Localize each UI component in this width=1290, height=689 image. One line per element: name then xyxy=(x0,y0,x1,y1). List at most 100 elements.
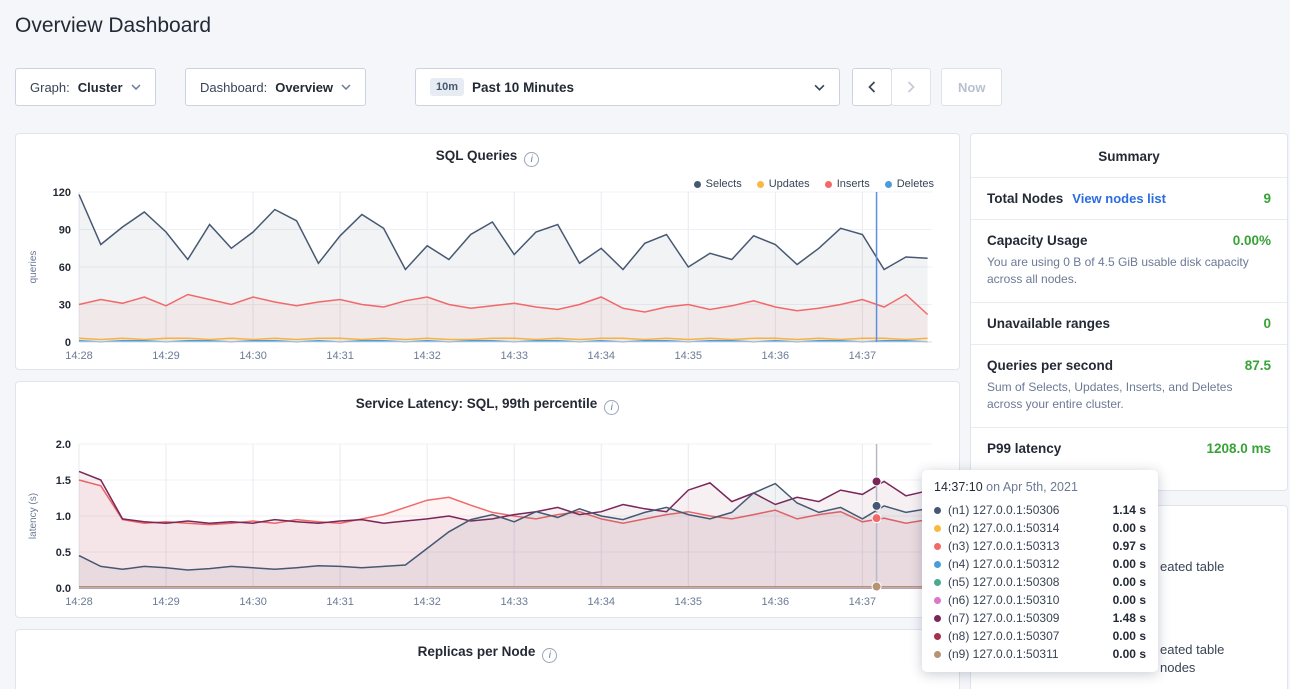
svg-text:14:31: 14:31 xyxy=(326,596,354,608)
tooltip-row: (n2) 127.0.0.1:503140.00 s xyxy=(934,519,1146,537)
chevron-down-icon xyxy=(814,84,825,91)
summary-value: 0.00% xyxy=(1233,233,1271,248)
tooltip-node-value: 0.00 s xyxy=(1113,593,1146,607)
info-icon[interactable]: i xyxy=(524,152,539,167)
series-dot xyxy=(934,561,941,568)
svg-text:1.0: 1.0 xyxy=(56,511,71,523)
chevron-down-icon xyxy=(131,84,141,90)
tooltip-row: (n3) 127.0.0.1:50313 0.97 s xyxy=(934,537,1146,555)
chart-hover-tooltip: 14:37:10 on Apr 5th, 2021 (n1) 127.0.0.1… xyxy=(922,470,1158,672)
now-button[interactable]: Now xyxy=(941,68,1002,106)
chart-title-text: Service Latency: SQL, 99th percentile xyxy=(356,396,598,411)
tooltip-node-value: 0.00 s xyxy=(1113,557,1146,571)
tooltip-node-label: (n3) 127.0.0.1:50313 xyxy=(948,539,1059,553)
series-dot xyxy=(934,579,941,586)
tooltip-node-value: 0.00 s xyxy=(1113,521,1146,535)
tooltip-node-value: 1.48 s xyxy=(1113,611,1146,625)
svg-text:latency (s): latency (s) xyxy=(28,493,39,539)
svg-text:14:28: 14:28 xyxy=(65,350,93,362)
tooltip-node-value: 0.97 s xyxy=(1113,539,1146,553)
svg-text:14:30: 14:30 xyxy=(239,596,267,608)
svg-text:14:31: 14:31 xyxy=(326,350,354,362)
time-range-dropdown[interactable]: 10m Past 10 Minutes xyxy=(415,68,840,106)
series-dot xyxy=(934,633,941,640)
svg-text:14:33: 14:33 xyxy=(500,596,528,608)
series-dot xyxy=(934,597,941,604)
dashboard-dropdown-label: Dashboard: xyxy=(200,80,267,95)
event-item-text: eated table xyxy=(1160,559,1224,574)
svg-text:14:32: 14:32 xyxy=(413,596,441,608)
svg-text:14:37: 14:37 xyxy=(849,350,877,362)
summary-label: Capacity Usage xyxy=(987,233,1088,248)
svg-text:14:36: 14:36 xyxy=(762,596,790,608)
tooltip-node-label: (n5) 127.0.0.1:50308 xyxy=(948,575,1059,589)
svg-text:14:35: 14:35 xyxy=(675,350,703,362)
tooltip-row: (n9) 127.0.0.1:50311 0.00 s xyxy=(934,645,1146,663)
tooltip-row: (n1) 127.0.0.1:50306 1.14 s xyxy=(934,501,1146,519)
service-latency-chart[interactable]: 14:2814:2914:3014:3114:3214:3314:3414:35… xyxy=(24,438,952,614)
chevron-left-icon xyxy=(868,81,876,93)
svg-text:14:34: 14:34 xyxy=(587,350,615,362)
summary-row-queries-per-second: Queries per second 87.5 Sum of Selects, … xyxy=(971,344,1287,427)
replicas-per-node-title: Replicas per Nodei xyxy=(16,644,959,663)
svg-text:30: 30 xyxy=(59,300,71,312)
tooltip-row: (n8) 127.0.0.1:503070.00 s xyxy=(934,627,1146,645)
dashboard-dropdown-value: Overview xyxy=(275,80,333,95)
dashboard-dropdown[interactable]: Dashboard: Overview xyxy=(185,68,366,106)
svg-text:120: 120 xyxy=(53,187,71,199)
svg-text:14:34: 14:34 xyxy=(587,596,615,608)
tooltip-node-value: 0.00 s xyxy=(1113,647,1146,661)
event-item-text: eated table xyxy=(1160,642,1224,657)
graph-dropdown-value: Cluster xyxy=(78,80,123,95)
info-icon[interactable]: i xyxy=(542,648,557,663)
tooltip-node-label: (n4) 127.0.0.1:50312 xyxy=(948,557,1059,571)
series-dot xyxy=(934,543,941,550)
svg-text:1.5: 1.5 xyxy=(56,475,71,487)
chart-title-text: SQL Queries xyxy=(436,148,518,163)
time-prev-button[interactable] xyxy=(852,68,892,106)
view-nodes-list-link[interactable]: View nodes list xyxy=(1072,191,1166,206)
graph-dropdown[interactable]: Graph: Cluster xyxy=(15,68,156,106)
info-icon[interactable]: i xyxy=(604,400,619,415)
tooltip-header: 14:37:10 on Apr 5th, 2021 xyxy=(934,480,1146,494)
svg-text:0: 0 xyxy=(65,337,71,349)
svg-text:0.5: 0.5 xyxy=(56,547,71,559)
replicas-per-node-panel: Replicas per Nodei xyxy=(15,629,960,689)
tooltip-row: (n7) 127.0.0.1:50309 1.48 s xyxy=(934,609,1146,627)
tooltip-node-label: (n7) 127.0.0.1:50309 xyxy=(948,611,1059,625)
series-dot xyxy=(934,651,941,658)
summary-label: Unavailable ranges xyxy=(987,316,1110,331)
summary-label: P99 latency xyxy=(987,441,1061,456)
tooltip-node-label: (n6) 127.0.0.1:50310 xyxy=(948,593,1059,607)
sql-queries-chart[interactable]: 14:2814:2914:3014:3114:3214:3314:3414:35… xyxy=(24,186,952,368)
summary-value: 9 xyxy=(1263,191,1271,206)
time-range-badge: 10m xyxy=(430,78,464,96)
sql-queries-title: SQL Queries i xyxy=(16,148,959,167)
summary-row-p99-latency: P99 latency 1208.0 ms xyxy=(971,427,1287,469)
summary-value: 1208.0 ms xyxy=(1206,441,1271,456)
graph-dropdown-label: Graph: xyxy=(30,80,70,95)
svg-text:60: 60 xyxy=(59,262,71,274)
svg-text:14:29: 14:29 xyxy=(152,596,180,608)
svg-text:14:35: 14:35 xyxy=(675,596,703,608)
overview-dashboard-page: Overview Dashboard Graph: Cluster Dashbo… xyxy=(0,0,1290,689)
tooltip-node-label: (n1) 127.0.0.1:50306 xyxy=(948,503,1059,517)
svg-text:0.0: 0.0 xyxy=(56,583,71,595)
tooltip-rows: (n1) 127.0.0.1:50306 1.14 s (n2) 127.0.0.1… xyxy=(934,501,1146,663)
tooltip-node-label: (n9) 127.0.0.1:50311 xyxy=(948,647,1059,661)
service-latency-panel: Service Latency: SQL, 99th percentile i 1… xyxy=(15,381,960,618)
series-dot xyxy=(934,525,941,532)
svg-text:14:37: 14:37 xyxy=(849,596,877,608)
tooltip-node-value: 1.14 s xyxy=(1113,503,1146,517)
svg-text:14:30: 14:30 xyxy=(239,350,267,362)
time-next-button[interactable] xyxy=(891,68,931,106)
tooltip-node-label: (n8) 127.0.0.1:50307 xyxy=(948,629,1059,643)
tooltip-time: 14:37:10 xyxy=(934,480,983,494)
summary-label: Queries per second xyxy=(987,358,1113,373)
summary-subtext: Sum of Selects, Updates, Inserts, and De… xyxy=(987,379,1271,414)
series-dot xyxy=(934,507,941,514)
tooltip-node-value: 0.00 s xyxy=(1113,575,1146,589)
summary-value: 0 xyxy=(1263,316,1271,331)
event-item-text: nodes xyxy=(1160,660,1195,675)
svg-text:14:33: 14:33 xyxy=(500,350,528,362)
